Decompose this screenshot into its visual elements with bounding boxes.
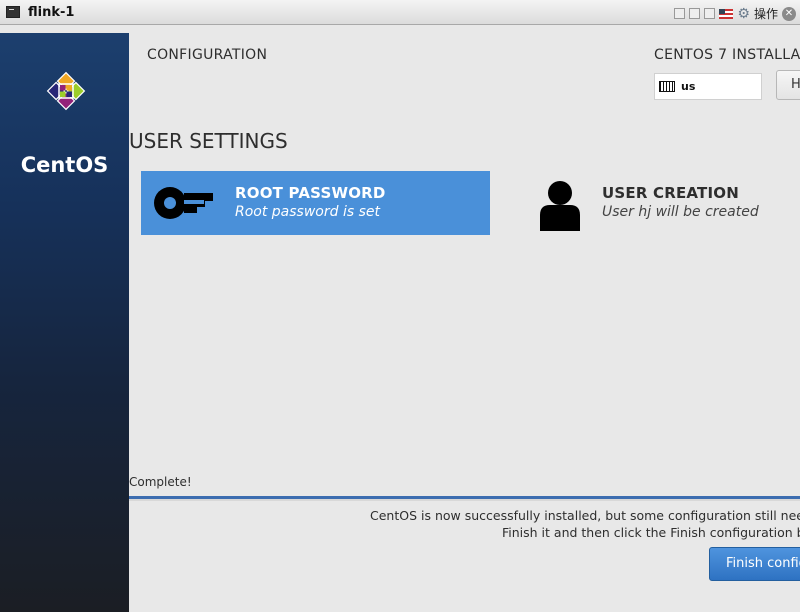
us-flag-icon[interactable] xyxy=(719,8,734,19)
restore-icon[interactable] xyxy=(689,8,701,19)
user-creation-title: USER CREATION xyxy=(602,184,739,202)
keyboard-layout-label: us xyxy=(681,80,696,93)
progress-label: Complete! xyxy=(129,475,192,489)
gear-icon[interactable]: ⚙ xyxy=(737,7,750,21)
ops-menu[interactable]: 操作 xyxy=(754,5,778,22)
maximize-icon[interactable] xyxy=(704,8,716,19)
keyboard-layout-indicator[interactable]: us xyxy=(654,73,762,100)
close-icon[interactable]: ✕ xyxy=(782,6,796,21)
progress-fill xyxy=(129,496,800,499)
completion-message-line2: Finish it and then click the Finish conf… xyxy=(502,525,800,540)
user-creation-spoke[interactable]: USER CREATION User hj will be created xyxy=(520,171,800,235)
centos-logo-icon xyxy=(46,71,86,111)
window-icon xyxy=(6,6,20,18)
window-title-bar: flink-1 ⚙ 操作 ✕ xyxy=(0,0,800,25)
keyboard-icon xyxy=(659,81,675,92)
user-creation-status: User hj will be created xyxy=(602,204,759,220)
key-icon xyxy=(154,187,213,219)
window-title: flink-1 xyxy=(28,4,75,20)
finish-configuration-button[interactable]: Finish config xyxy=(709,547,800,581)
progress-bar xyxy=(129,496,800,501)
sidebar: CentOS xyxy=(0,33,129,612)
page-title: CONFIGURATION xyxy=(147,47,268,63)
help-button[interactable]: H xyxy=(776,70,800,100)
user-icon xyxy=(540,181,580,231)
root-password-title: ROOT PASSWORD xyxy=(235,184,386,202)
root-password-spoke[interactable]: ROOT PASSWORD Root password is set xyxy=(141,171,490,235)
window-controls: ⚙ 操作 ✕ xyxy=(674,5,796,22)
user-settings-heading: USER SETTINGS xyxy=(129,129,288,153)
sidebar-logo-text: CentOS xyxy=(20,153,109,177)
minimize-icon[interactable] xyxy=(674,8,686,19)
top-spacer xyxy=(129,25,800,33)
completion-message-line1: CentOS is now successfully installed, bu… xyxy=(370,508,800,523)
root-password-status: Root password is set xyxy=(235,204,380,220)
installer-title: CENTOS 7 INSTALLA xyxy=(654,47,800,63)
